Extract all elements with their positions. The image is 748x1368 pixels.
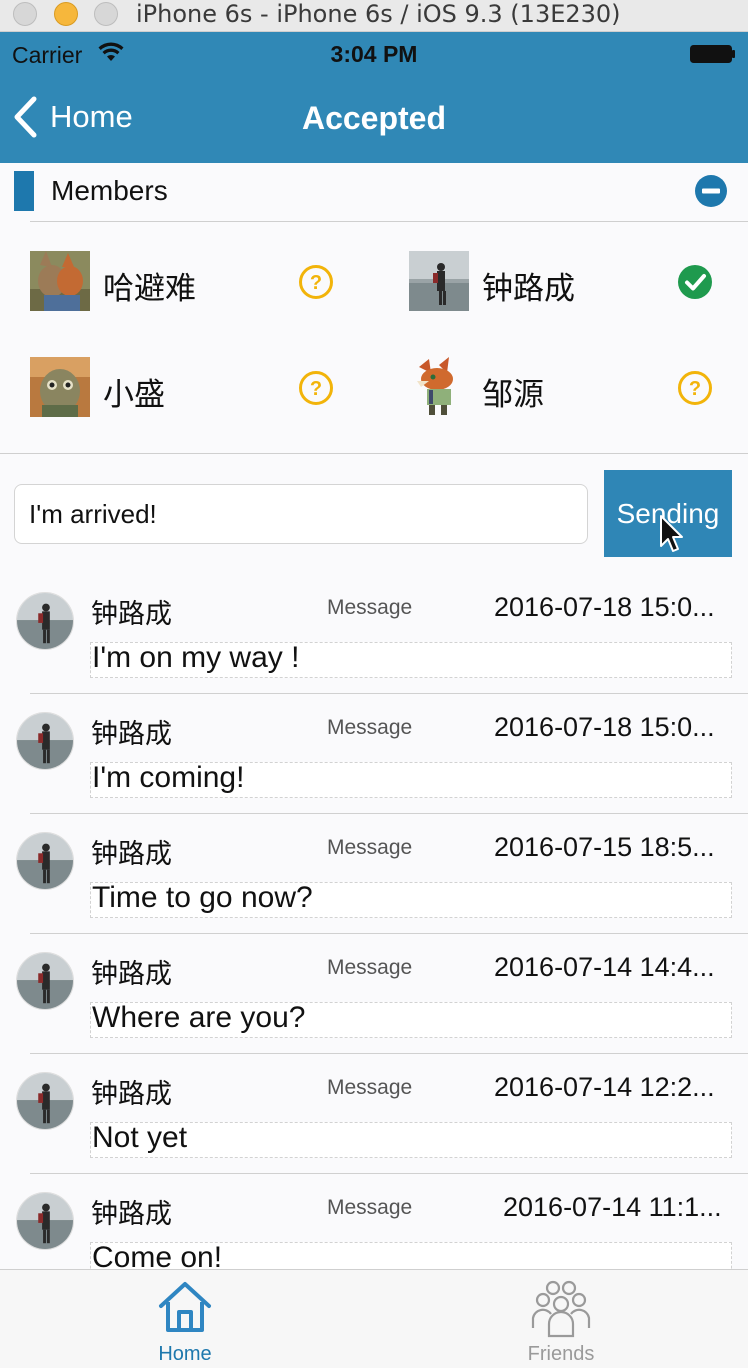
sender-avatar — [16, 832, 74, 890]
message-time: 2016-07-18 15:0... — [494, 712, 715, 742]
sender-avatar — [16, 1192, 74, 1250]
section-marker — [14, 171, 34, 211]
collapse-members-icon[interactable] — [694, 174, 728, 208]
member-item[interactable]: 小盛 ? — [30, 357, 340, 419]
sender-avatar — [16, 952, 74, 1010]
message-bubble: I'm coming! — [90, 761, 732, 798]
close-window-button[interactable] — [13, 2, 37, 26]
member-item[interactable]: 哈避难 ? — [30, 251, 340, 313]
message-text: Where are you? — [92, 1001, 306, 1034]
message-row[interactable]: 钟路成 Message 2016-07-14 12:2... Not yet — [0, 1054, 748, 1174]
message-input[interactable] — [14, 484, 588, 544]
member-name: 邹源 — [482, 377, 544, 412]
status-time: 3:04 PM — [330, 41, 418, 67]
svg-text:?: ? — [310, 378, 322, 400]
member-name: 哈避难 — [103, 271, 196, 306]
message-time: 2016-07-14 11:1... — [503, 1192, 722, 1222]
message-bubble: Come on! — [90, 1241, 732, 1270]
members-title: Members — [51, 175, 168, 206]
battery-icon — [690, 45, 735, 63]
message-type: Message — [327, 1196, 413, 1219]
minimize-window-button[interactable] — [54, 2, 78, 26]
accepted-check-icon — [678, 265, 712, 299]
svg-text:?: ? — [310, 272, 322, 294]
message-bubble: Time to go now? — [90, 881, 732, 918]
message-row[interactable]: 钟路成 Message 2016-07-14 11:1... Come on! — [0, 1174, 748, 1270]
message-list[interactable]: 钟路成 Message 2016-07-18 15:0... I'm on my… — [0, 574, 748, 1270]
message-text: Come on! — [92, 1241, 223, 1270]
sender-name: 钟路成 — [91, 1199, 172, 1229]
window-title: iPhone 6s - iPhone 6s / iOS 9.3 (13E230) — [136, 0, 621, 28]
message-row[interactable]: 钟路成 Message 2016-07-15 18:5... Time to g… — [0, 814, 748, 934]
message-type: Message — [327, 596, 413, 619]
message-time: 2016-07-14 14:4... — [494, 952, 715, 982]
sender-avatar — [16, 592, 74, 650]
zoom-window-button[interactable] — [94, 2, 118, 26]
message-type: Message — [327, 956, 413, 979]
message-time: 2016-07-14 12:2... — [494, 1072, 715, 1102]
message-text: Not yet — [92, 1121, 188, 1154]
divider — [0, 453, 748, 454]
pending-status-icon: ? — [299, 371, 333, 405]
member-name: 小盛 — [103, 377, 165, 412]
sender-name: 钟路成 — [91, 839, 172, 869]
pending-status-icon: ? — [678, 371, 712, 405]
simulator-title-bar: iPhone 6s - iPhone 6s / iOS 9.3 (13E230) — [0, 0, 748, 32]
message-text: Time to go now? — [92, 881, 313, 914]
sender-name: 钟路成 — [91, 599, 172, 629]
member-item[interactable]: 邹源 ? — [409, 357, 719, 419]
message-time: 2016-07-15 18:5... — [494, 832, 715, 862]
page-title: Accepted — [301, 100, 447, 136]
message-text: I'm coming! — [92, 761, 245, 794]
tab-bar: Home Friends — [0, 1269, 748, 1368]
member-avatar — [30, 357, 90, 417]
member-avatar — [417, 357, 453, 415]
message-row[interactable]: 钟路成 Message 2016-07-14 14:4... Where are… — [0, 934, 748, 1054]
svg-text:?: ? — [689, 378, 701, 400]
sender-avatar — [16, 712, 74, 770]
message-row[interactable]: 钟路成 Message 2016-07-18 15:0... I'm comin… — [0, 694, 748, 814]
pending-status-icon: ? — [299, 265, 333, 299]
message-time: 2016-07-18 15:0... — [494, 592, 715, 622]
sender-name: 钟路成 — [91, 1079, 172, 1109]
members-header: Members — [0, 163, 748, 221]
tab-home-label: Home — [158, 1343, 212, 1365]
home-icon — [159, 1282, 211, 1332]
divider — [30, 221, 748, 222]
sender-name: 钟路成 — [91, 959, 172, 989]
member-name: 钟路成 — [482, 271, 575, 306]
member-avatar — [30, 251, 90, 311]
tab-friends-label: Friends — [527, 1343, 595, 1365]
friends-icon — [531, 1280, 591, 1338]
member-avatar — [409, 251, 469, 311]
message-bubble: Where are you? — [90, 1001, 732, 1038]
message-row[interactable]: 钟路成 Message 2016-07-18 15:0... I'm on my… — [0, 574, 748, 694]
message-type: Message — [327, 836, 413, 859]
mouse-cursor-icon — [660, 515, 683, 552]
member-item[interactable]: 钟路成 — [409, 251, 719, 313]
message-bubble: Not yet — [90, 1121, 732, 1158]
message-type: Message — [327, 716, 413, 739]
message-bubble: I'm on my way ! — [90, 641, 732, 678]
tab-home[interactable]: Home — [85, 1270, 285, 1368]
sender-avatar — [16, 1072, 74, 1130]
sender-name: 钟路成 — [91, 719, 172, 749]
message-text: I'm on my way ! — [92, 641, 300, 674]
message-type: Message — [327, 1076, 413, 1099]
tab-friends[interactable]: Friends — [461, 1270, 661, 1368]
navigation-bar: Carrier 3:04 PM Home Accepted — [0, 32, 748, 163]
